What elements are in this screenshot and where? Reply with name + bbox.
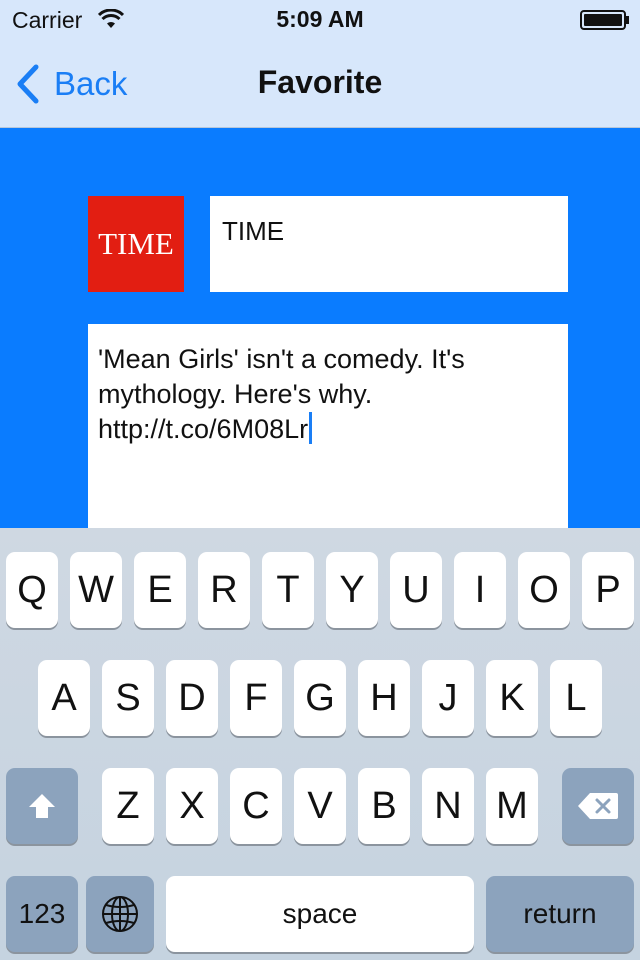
tweet-text-field[interactable]: 'Mean Girls' isn't a comedy. It's mythol… xyxy=(88,324,568,534)
key-c[interactable]: C xyxy=(230,768,282,844)
key-r[interactable]: R xyxy=(198,552,250,628)
delete-key[interactable] xyxy=(562,768,634,844)
shift-arrow-icon xyxy=(29,794,55,818)
key-o[interactable]: O xyxy=(518,552,570,628)
status-time: 5:09 AM xyxy=(276,6,364,32)
keyboard: Q W E R T Y U I O P A S D F G H J K L Z … xyxy=(0,528,640,960)
key-j[interactable]: J xyxy=(422,660,474,736)
key-y[interactable]: Y xyxy=(326,552,378,628)
shift-key[interactable] xyxy=(6,768,78,844)
numbers-key[interactable]: 123 xyxy=(6,876,78,952)
globe-icon xyxy=(102,896,138,932)
key-d[interactable]: D xyxy=(166,660,218,736)
key-h[interactable]: H xyxy=(358,660,410,736)
key-s[interactable]: S xyxy=(102,660,154,736)
key-g[interactable]: G xyxy=(294,660,346,736)
key-i[interactable]: I xyxy=(454,552,506,628)
navigation-bar: Carrier 5:09 AM Back Favorite xyxy=(0,0,640,128)
key-q[interactable]: Q xyxy=(6,552,58,628)
page-title: Favorite xyxy=(257,64,383,100)
key-f[interactable]: F xyxy=(230,660,282,736)
key-v[interactable]: V xyxy=(294,768,346,844)
battery-icon xyxy=(580,10,629,30)
key-w[interactable]: W xyxy=(70,552,122,628)
backspace-icon xyxy=(578,793,618,819)
globe-key[interactable] xyxy=(86,876,154,952)
key-l[interactable]: L xyxy=(550,660,602,736)
key-b[interactable]: B xyxy=(358,768,410,844)
key-k[interactable]: K xyxy=(486,660,538,736)
key-t[interactable]: T xyxy=(262,552,314,628)
text-cursor xyxy=(309,412,313,444)
space-key[interactable]: space xyxy=(166,876,474,952)
tweet-text: 'Mean Girls' isn't a comedy. It's mythol… xyxy=(98,344,465,444)
name-value: TIME xyxy=(222,216,285,246)
key-e[interactable]: E xyxy=(134,552,186,628)
key-p[interactable]: P xyxy=(582,552,634,628)
status-bar: Carrier 5:09 AM xyxy=(0,0,640,40)
key-z[interactable]: Z xyxy=(102,768,154,844)
key-m[interactable]: M xyxy=(486,768,538,844)
key-u[interactable]: U xyxy=(390,552,442,628)
key-x[interactable]: X xyxy=(166,768,218,844)
return-key[interactable]: return xyxy=(486,876,634,952)
logo-text: TIME xyxy=(98,226,174,261)
key-a[interactable]: A xyxy=(38,660,90,736)
name-field[interactable]: TIME xyxy=(210,196,568,292)
key-n[interactable]: N xyxy=(422,768,474,844)
profile-logo: TIME xyxy=(88,196,184,292)
